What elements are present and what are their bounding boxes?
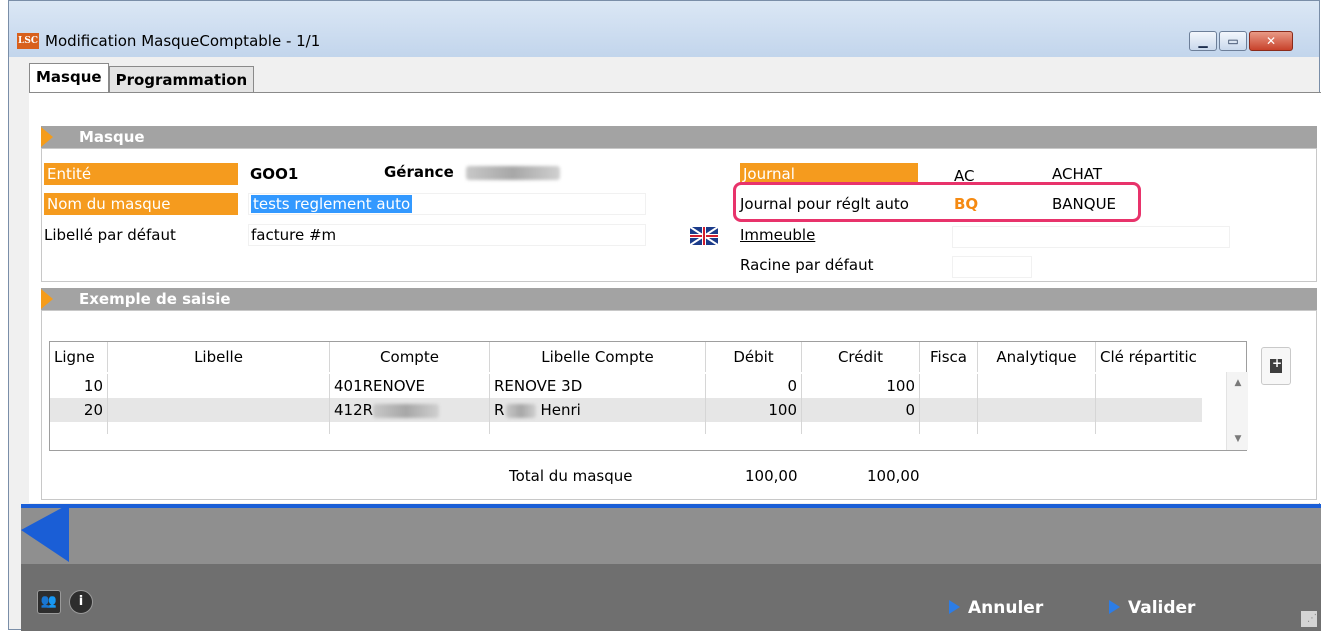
entite-value[interactable]: GOO1	[250, 163, 298, 185]
minimize-button[interactable]: ▁	[1189, 31, 1217, 51]
redacted-text	[373, 403, 440, 418]
cell-libelle-compte-prefix: R	[494, 401, 505, 419]
journal-auto-highlight	[733, 182, 1141, 222]
section-arrow-icon	[41, 289, 53, 309]
col-header-libelle-compte[interactable]: Libelle Compte	[490, 342, 706, 372]
cell-libelle[interactable]	[108, 374, 330, 398]
tab-programmation[interactable]: Programmation	[108, 66, 255, 93]
col-header-cle-repartition[interactable]: Clé répartitic	[1096, 342, 1224, 372]
total-label: Total du masque	[509, 467, 633, 485]
tab-content: Masque Entité GOO1 Gérance Nom du masque…	[29, 93, 1321, 503]
title-bar[interactable]: LSC Modification MasqueComptable - 1/1 ▁…	[9, 1, 1319, 57]
libelle-defaut-label: Libellé par défaut	[44, 226, 176, 244]
racine-defaut-label: Racine par défaut	[740, 256, 874, 274]
nom-masque-input[interactable]: tests reglement auto	[248, 193, 646, 215]
col-header-credit[interactable]: Crédit	[802, 342, 920, 372]
table-row[interactable]: 20 412R R Henri 100 0	[50, 398, 1202, 422]
gerance-value-redacted	[466, 161, 560, 183]
immeuble-input[interactable]	[952, 226, 1230, 248]
cell-compte-text: 412R	[334, 401, 374, 419]
col-header-ligne[interactable]: Ligne	[50, 342, 108, 372]
cell-compte[interactable]: 401RENOVE	[330, 374, 490, 398]
section-header-masque: Masque	[41, 126, 1317, 148]
cell-ligne[interactable]: 20	[50, 398, 108, 422]
close-icon: ✕	[1265, 34, 1277, 48]
grid-header-row: Ligne Libelle Compte Libelle Compte Débi…	[50, 342, 1224, 372]
cell-ligne[interactable]: 10	[50, 374, 108, 398]
valider-label: Valider	[1128, 598, 1196, 618]
bottom-band	[21, 504, 1321, 564]
total-debit: 100,00	[745, 467, 798, 485]
corner-triangle-icon	[21, 504, 69, 562]
maximize-button[interactable]: ▭	[1219, 31, 1247, 51]
cell-credit[interactable]: 0	[802, 398, 920, 422]
nom-masque-value: tests reglement auto	[251, 195, 413, 213]
cell-libelle-compte[interactable]: R Henri	[490, 398, 706, 422]
section-header-exemple: Exemple de saisie	[41, 288, 1317, 310]
col-header-debit[interactable]: Débit	[706, 342, 802, 372]
exemple-grid[interactable]: Ligne Libelle Compte Libelle Compte Débi…	[49, 341, 1248, 451]
cell-fisca[interactable]	[920, 398, 978, 422]
cell-libelle-compte-text: Henri	[540, 401, 581, 419]
gerance-label: Gérance	[384, 163, 454, 181]
entite-label: Entité	[44, 163, 238, 185]
section-arrow-icon	[41, 127, 53, 147]
info-icon[interactable]: i	[69, 590, 93, 614]
users-icon[interactable]: 👥	[37, 590, 61, 614]
play-icon	[1109, 600, 1120, 614]
cell-compte[interactable]: 412R	[330, 398, 490, 422]
minimize-icon: ▁	[1198, 34, 1208, 48]
app-logo: LSC	[17, 33, 39, 49]
immeuble-link[interactable]: Immeuble	[740, 224, 815, 246]
annuler-button[interactable]: Annuler	[949, 598, 1043, 618]
scroll-up-icon[interactable]: ▲	[1227, 378, 1249, 388]
main-window: LSC Modification MasqueComptable - 1/1 ▁…	[8, 0, 1321, 631]
scroll-down-icon[interactable]: ▼	[1227, 434, 1249, 444]
racine-defaut-input[interactable]	[952, 256, 1032, 278]
close-button[interactable]: ✕	[1249, 31, 1293, 51]
valider-button[interactable]: Valider	[1109, 598, 1195, 618]
section-title-exemple: Exemple de saisie	[79, 290, 231, 308]
cell-analytique[interactable]	[978, 398, 1096, 422]
redacted-text	[506, 403, 537, 418]
table-row-empty[interactable]	[50, 422, 1202, 434]
cell-cle-repartition[interactable]	[1096, 374, 1202, 398]
cell-analytique[interactable]	[978, 374, 1096, 398]
play-icon	[949, 600, 960, 614]
cell-debit[interactable]: 100	[706, 398, 802, 422]
uk-flag-icon[interactable]	[690, 227, 718, 245]
nom-masque-label: Nom du masque	[44, 193, 238, 215]
total-credit: 100,00	[867, 467, 920, 485]
col-header-analytique[interactable]: Analytique	[978, 342, 1096, 372]
window-title: Modification MasqueComptable - 1/1	[45, 32, 321, 50]
footer-bar: 👥 i Annuler Valider ⋰	[21, 564, 1321, 631]
cell-credit[interactable]: 100	[802, 374, 920, 398]
cell-libelle[interactable]	[108, 398, 330, 422]
libelle-defaut-input[interactable]: facture #m	[248, 224, 646, 246]
restore-icon: ▭	[1227, 34, 1239, 48]
resize-grip-icon[interactable]: ⋰	[1301, 611, 1317, 627]
col-header-libelle[interactable]: Libelle	[108, 342, 330, 372]
cell-libelle-compte[interactable]: RENOVE 3D	[490, 374, 706, 398]
cell-debit[interactable]: 0	[706, 374, 802, 398]
add-document-icon	[1270, 356, 1282, 373]
grid-scrollbar[interactable]: ▲ ▼	[1226, 372, 1248, 450]
cell-fisca[interactable]	[920, 374, 978, 398]
col-header-compte[interactable]: Compte	[330, 342, 490, 372]
add-line-button[interactable]	[1261, 347, 1291, 385]
tab-bar: Masque Programmation	[29, 63, 255, 93]
col-header-fisca[interactable]: Fisca	[920, 342, 978, 372]
annuler-label: Annuler	[968, 598, 1044, 618]
tab-masque[interactable]: Masque	[29, 63, 109, 93]
section-title-masque: Masque	[79, 128, 145, 146]
table-row[interactable]: 10 401RENOVE RENOVE 3D 0 100	[50, 374, 1202, 398]
cell-cle-repartition[interactable]	[1096, 398, 1202, 422]
